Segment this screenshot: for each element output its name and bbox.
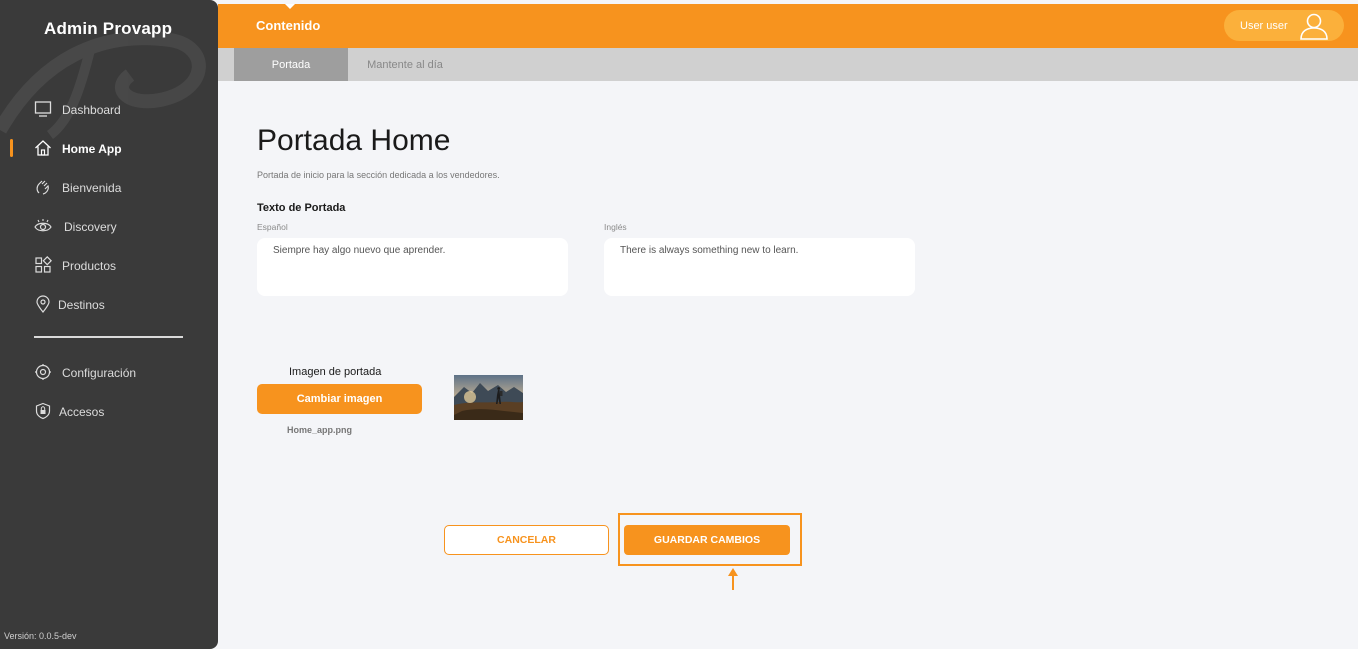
sidebar-item-configuracion[interactable]: Configuración bbox=[0, 359, 218, 385]
english-label: Inglés bbox=[604, 222, 627, 232]
pointer-arrow-icon bbox=[728, 568, 738, 590]
app-brand: Admin Provapp bbox=[44, 19, 173, 38]
sidebar-item-label: Bienvenida bbox=[62, 181, 122, 195]
wave-hand-icon bbox=[36, 180, 49, 195]
user-name: User user bbox=[1240, 20, 1288, 32]
sidebar-item-dashboard[interactable]: Dashboard bbox=[0, 96, 218, 122]
grid-icon bbox=[35, 256, 52, 273]
cancel-button[interactable]: CANCELAR bbox=[444, 525, 609, 555]
tab-mantente-al-dia[interactable]: Mantente al día bbox=[348, 48, 462, 81]
tab-portada[interactable]: Portada bbox=[234, 48, 348, 81]
sidebar-item-discovery[interactable]: Discovery bbox=[0, 213, 218, 239]
sidebar-item-productos[interactable]: Productos bbox=[0, 252, 218, 278]
lock-icon bbox=[35, 402, 51, 420]
app-version: Versión: 0.0.5-dev bbox=[4, 631, 77, 641]
sidebar-item-label: Configuración bbox=[62, 366, 137, 380]
monitor-icon bbox=[34, 101, 52, 117]
gear-icon bbox=[35, 364, 51, 380]
cover-text-label: Texto de Portada bbox=[257, 202, 346, 214]
sidebar: Admin Provapp Dashboard Home App Bienven… bbox=[0, 0, 218, 649]
image-filename: Home_app.png bbox=[287, 425, 353, 435]
sidebar-item-home-app[interactable]: Home App bbox=[0, 135, 218, 161]
tab-notch bbox=[285, 4, 295, 9]
sidebar-item-label: Home App bbox=[62, 142, 122, 156]
page-subtitle: Portada de inicio para la sección dedica… bbox=[257, 170, 500, 180]
cover-image-label: Imagen de portada bbox=[289, 366, 382, 378]
location-pin-icon bbox=[36, 295, 50, 313]
save-changes-button[interactable]: GUARDAR CAMBIOS bbox=[624, 525, 790, 555]
sidebar-item-bienvenida[interactable]: Bienvenida bbox=[0, 174, 218, 200]
english-text-field[interactable]: There is always something new to learn. bbox=[604, 238, 915, 296]
active-indicator bbox=[10, 139, 13, 157]
page-title: Portada Home bbox=[257, 124, 451, 157]
top-bar: Contenido User user bbox=[218, 4, 1358, 48]
spanish-label: Español bbox=[257, 222, 288, 232]
sidebar-item-label: Productos bbox=[62, 259, 117, 273]
home-icon bbox=[35, 140, 51, 156]
section-title: Contenido bbox=[256, 18, 321, 33]
sidebar-item-label: Discovery bbox=[64, 220, 117, 234]
sidebar-item-label: Accesos bbox=[59, 405, 105, 419]
spanish-text-field[interactable]: Siempre hay algo nuevo que aprender. bbox=[257, 238, 568, 296]
change-image-button[interactable]: Cambiar imagen bbox=[257, 384, 422, 414]
sidebar-item-accesos[interactable]: Accesos bbox=[0, 398, 218, 424]
sidebar-divider bbox=[34, 336, 183, 338]
sidebar-item-label: Dashboard bbox=[62, 103, 121, 117]
cover-image-thumbnail bbox=[454, 375, 523, 420]
eye-icon bbox=[34, 219, 52, 232]
content-tabs: Portada Mantente al día bbox=[218, 48, 1358, 81]
user-menu[interactable]: User user bbox=[1224, 10, 1344, 41]
sidebar-item-destinos[interactable]: Destinos bbox=[0, 291, 218, 317]
sidebar-item-label: Destinos bbox=[58, 298, 105, 312]
user-avatar-icon bbox=[1300, 13, 1328, 40]
